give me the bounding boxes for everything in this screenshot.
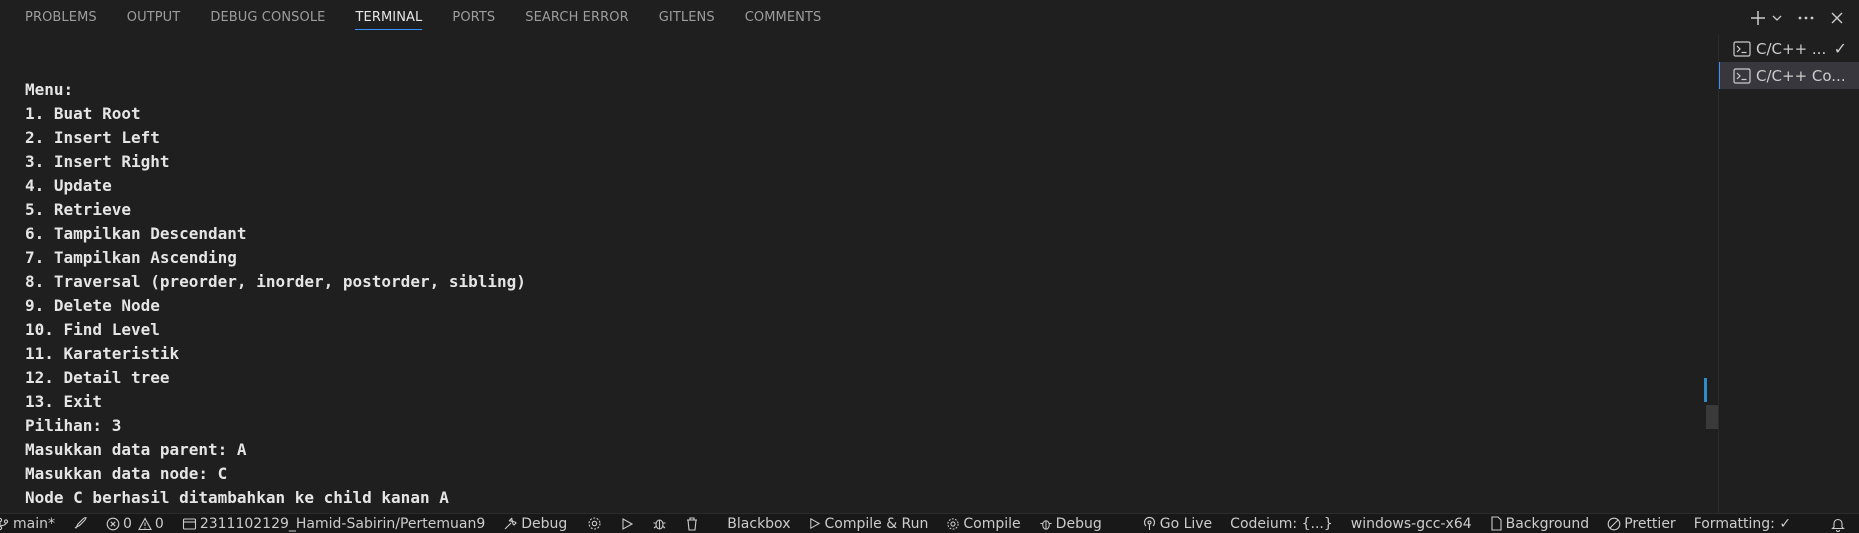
run-button[interactable]: [620, 514, 634, 533]
play-icon: [810, 517, 821, 530]
gear-icon: [588, 517, 601, 530]
repo-status[interactable]: 2311102129_Hamid-Sabirin/Pertemuan9: [182, 514, 485, 533]
tab-search-error[interactable]: SEARCH ERROR: [525, 0, 628, 35]
panel-tabs: PROBLEMS OUTPUT DEBUG CONSOLE TERMINAL P…: [0, 0, 851, 35]
branch-status[interactable]: main*: [0, 514, 55, 533]
gear-icon: [947, 517, 960, 530]
codeium-status[interactable]: Codeium: {...}: [1230, 514, 1333, 533]
bug-icon: [653, 519, 666, 530]
go-live-label: Go Live: [1159, 515, 1213, 532]
error-icon: [106, 517, 120, 530]
background-button[interactable]: Background: [1490, 514, 1590, 533]
terminal-line: Menu:: [25, 80, 74, 99]
ellipsis-icon[interactable]: [1797, 9, 1815, 27]
tab-output[interactable]: OUTPUT: [127, 0, 181, 35]
warning-count: 0: [154, 515, 164, 532]
terminal-line: 1. Buat Root: [25, 104, 141, 123]
terminal-line: 6. Tampilkan Descendant: [25, 224, 247, 243]
panel-actions: [1749, 0, 1845, 35]
terminal-list-item-active[interactable]: C/C++ Co...: [1719, 62, 1859, 89]
tab-gitlens[interactable]: GITLENS: [659, 0, 715, 35]
terminal-line: 4. Update: [25, 176, 112, 195]
debug-compile-button[interactable]: Debug: [1039, 514, 1102, 533]
compiler-status[interactable]: windows-gcc-x64: [1351, 514, 1472, 533]
terminal-line: 11. Karateristik: [25, 344, 180, 363]
rocket-button[interactable]: [73, 514, 88, 533]
plus-icon[interactable]: [1749, 9, 1767, 27]
tab-debug-console[interactable]: DEBUG CONSOLE: [210, 0, 325, 35]
terminal-output[interactable]: Menu: 1. Buat Root 2. Insert Left 3. Ins…: [0, 35, 1718, 513]
warning-icon: [137, 516, 152, 530]
terminal-list-item-label: C/C++ ...: [1756, 39, 1827, 58]
bell-icon: [1831, 518, 1845, 532]
debug-run-button[interactable]: [652, 514, 667, 533]
repo-label: 2311102129_Hamid-Sabirin/Pertemuan9: [199, 515, 486, 532]
compile-button[interactable]: Compile: [946, 514, 1021, 533]
terminal-line: 9. Delete Node: [25, 296, 160, 315]
compile-label: Compile: [963, 515, 1021, 532]
blackbox-label: Blackbox: [727, 515, 791, 532]
terminal-line: Masukkan data parent: A: [25, 440, 247, 459]
trash-icon: [687, 517, 698, 531]
tab-problems[interactable]: PROBLEMS: [25, 0, 97, 35]
terminal-line: 8. Traversal (preorder, inorder, postord…: [25, 272, 526, 291]
prettier-button[interactable]: Prettier: [1607, 514, 1676, 533]
blackbox-button[interactable]: Blackbox: [727, 514, 790, 533]
formatting-status[interactable]: Formatting: ✓: [1694, 514, 1791, 533]
git-branch-icon: [0, 517, 9, 530]
terminal-line: Pilihan: 3: [25, 416, 122, 435]
tab-ports[interactable]: PORTS: [452, 0, 495, 35]
prohibited-icon: [1607, 517, 1621, 530]
terminal-icon: [1733, 67, 1751, 84]
terminal-line: 13. Exit: [25, 392, 103, 411]
branch-label: main*: [13, 515, 55, 532]
compile-run-label: Compile & Run: [824, 515, 929, 532]
background-label: Background: [1505, 515, 1590, 532]
broadcast-icon: [1143, 516, 1155, 530]
terminal-line: 12. Detail tree: [25, 368, 170, 387]
tools-icon: [504, 517, 518, 530]
codeium-label: Codeium: {...}: [1230, 515, 1333, 532]
terminal-line: 2. Insert Left: [25, 128, 160, 147]
tab-terminal[interactable]: TERMINAL: [355, 0, 423, 35]
scrollbar-marker: [1704, 378, 1707, 402]
settings-button[interactable]: [587, 514, 602, 533]
problems-status[interactable]: 0 0: [106, 514, 164, 533]
panel-tab-bar: PROBLEMS OUTPUT DEBUG CONSOLE TERMINAL P…: [0, 0, 1859, 35]
terminal-list-item[interactable]: C/C++ ... ✓: [1719, 35, 1859, 62]
check-icon: ✓: [1833, 39, 1847, 58]
terminal-line: Node C berhasil ditambahkan ke child kan…: [25, 488, 449, 507]
terminal-line: 7. Tampilkan Ascending: [25, 248, 237, 267]
bug-icon: [1040, 519, 1052, 530]
chevron-down-icon[interactable]: [1771, 12, 1783, 24]
terminal-line: 10. Find Level: [25, 320, 160, 339]
error-count: 0: [122, 515, 132, 532]
rocket-icon: [74, 516, 87, 529]
terminal-line: 5. Retrieve: [25, 200, 131, 219]
trash-button[interactable]: [685, 514, 699, 533]
terminal-list-item-label: C/C++ Co...: [1756, 66, 1846, 85]
terminal-list: C/C++ ... ✓ C/C++ Co...: [1718, 35, 1859, 513]
formatting-label: Formatting: ✓: [1693, 515, 1792, 532]
play-icon: [622, 517, 634, 530]
debug-compile-label: Debug: [1055, 515, 1102, 532]
status-bar: main* 0 0 2311102129_Hamid-Sabirin/Perte…: [0, 513, 1859, 533]
scrollbar-thumb[interactable]: [1706, 405, 1718, 429]
terminal-line: Masukkan data node: C: [25, 464, 228, 483]
prettier-label: Prettier: [1624, 515, 1676, 532]
terminal-icon: [1733, 40, 1751, 57]
debug-button[interactable]: Debug: [503, 514, 567, 533]
compiler-label: windows-gcc-x64: [1350, 515, 1472, 532]
close-icon[interactable]: [1829, 10, 1845, 26]
compile-run-button[interactable]: Compile & Run: [808, 514, 928, 533]
terminal-line: 3. Insert Right: [25, 152, 170, 171]
tab-comments[interactable]: COMMENTS: [745, 0, 822, 35]
notifications-button[interactable]: [1831, 514, 1845, 533]
terminal-lines: Menu: 1. Buat Root 2. Insert Left 3. Ins…: [25, 78, 526, 510]
repo-icon: [182, 517, 196, 530]
file-icon: [1491, 516, 1502, 531]
debug-label: Debug: [521, 515, 568, 532]
go-live-button[interactable]: Go Live: [1142, 514, 1212, 533]
